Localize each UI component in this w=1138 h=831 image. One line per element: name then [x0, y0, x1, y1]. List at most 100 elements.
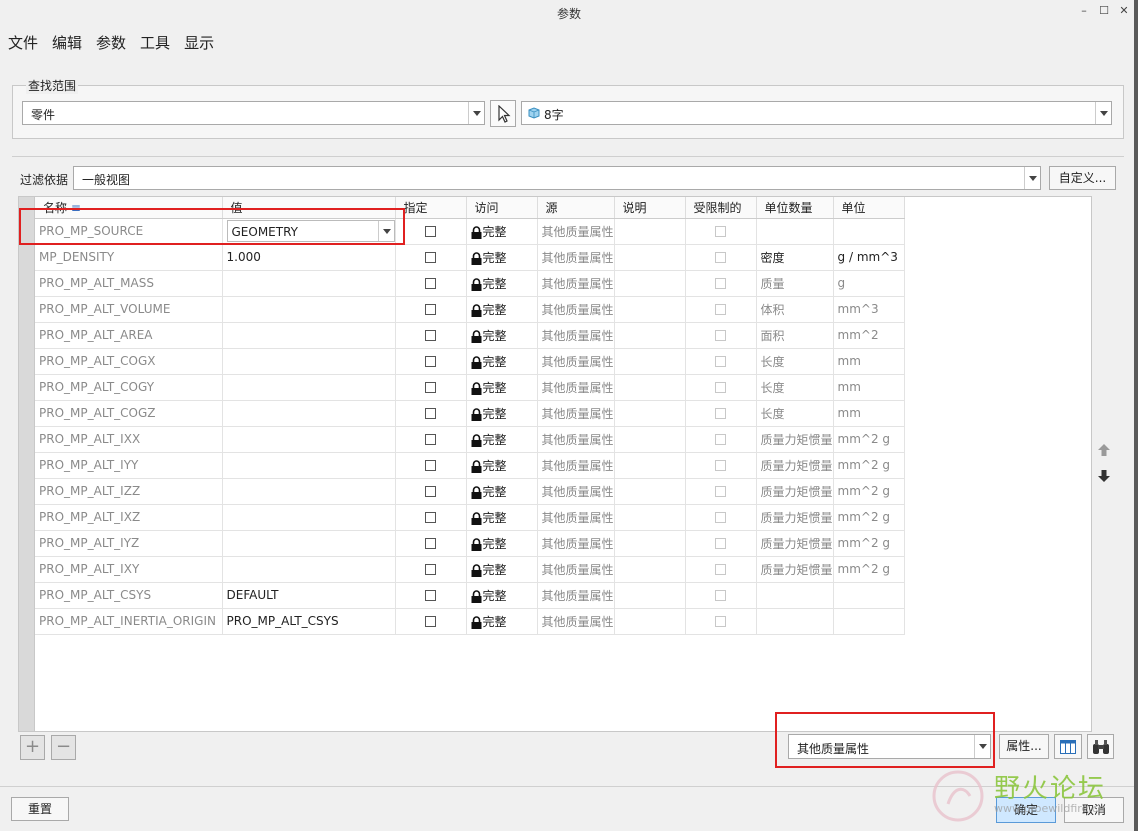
param-value-cell[interactable]: [222, 556, 396, 583]
access-cell[interactable]: 完整: [466, 270, 538, 297]
filter-select[interactable]: 一般视图: [73, 166, 1041, 190]
column-header-source[interactable]: 源: [537, 197, 615, 219]
table-row[interactable]: PRO_MP_ALT_MASS 完整 其他质量属性 质量 g: [35, 270, 905, 297]
column-header-unit[interactable]: 单位: [833, 197, 905, 219]
designate-cell[interactable]: [395, 556, 467, 583]
description-cell[interactable]: [614, 582, 686, 609]
access-cell[interactable]: 完整: [466, 608, 538, 635]
designate-cell[interactable]: [395, 244, 467, 271]
select-pointer-button[interactable]: [490, 100, 516, 127]
description-cell[interactable]: [614, 426, 686, 453]
menu-edit[interactable]: 编辑: [52, 32, 82, 58]
table-row[interactable]: PRO_MP_ALT_IYZ 完整 其他质量属性 质量力矩惯量 mm^2 g: [35, 530, 905, 557]
menu-file[interactable]: 文件: [8, 32, 38, 58]
unit-quantity-cell[interactable]: 体积: [756, 296, 834, 323]
unit-cell[interactable]: mm: [833, 348, 905, 375]
param-name-cell[interactable]: MP_DENSITY: [35, 244, 223, 271]
designate-cell[interactable]: [395, 374, 467, 401]
param-value-cell[interactable]: PRO_MP_ALT_CSYS: [222, 608, 396, 635]
close-button[interactable]: ✕: [1118, 4, 1130, 17]
description-cell[interactable]: [614, 218, 686, 245]
designate-cell[interactable]: [395, 478, 467, 505]
column-header-designate[interactable]: 指定: [395, 197, 467, 219]
description-cell[interactable]: [614, 452, 686, 479]
properties-button[interactable]: 属性...: [999, 734, 1049, 759]
access-cell[interactable]: 完整: [466, 452, 538, 479]
access-cell[interactable]: 完整: [466, 504, 538, 531]
table-row[interactable]: PRO_MP_ALT_COGY 完整 其他质量属性 长度 mm: [35, 374, 905, 401]
param-value-cell[interactable]: [222, 348, 396, 375]
param-name-cell[interactable]: PRO_MP_ALT_INERTIA_ORIGIN: [35, 608, 223, 635]
param-value-cell[interactable]: [222, 322, 396, 349]
param-name-cell[interactable]: PRO_MP_ALT_IYZ: [35, 530, 223, 557]
access-cell[interactable]: 完整: [466, 322, 538, 349]
access-cell[interactable]: 完整: [466, 530, 538, 557]
param-name-cell[interactable]: PRO_MP_ALT_IXX: [35, 426, 223, 453]
menu-parameters[interactable]: 参数: [96, 32, 126, 58]
param-value-cell[interactable]: [222, 530, 396, 557]
move-up-icon[interactable]: [1097, 443, 1111, 457]
table-row[interactable]: PRO_MP_ALT_IZZ 完整 其他质量属性 质量力矩惯量 mm^2 g: [35, 478, 905, 505]
designate-cell[interactable]: [395, 452, 467, 479]
unit-quantity-cell[interactable]: 质量力矩惯量: [756, 426, 834, 453]
maximize-button[interactable]: ☐: [1098, 4, 1110, 17]
table-row[interactable]: PRO_MP_ALT_IXY 完整 其他质量属性 质量力矩惯量 mm^2 g: [35, 556, 905, 583]
param-name-cell[interactable]: PRO_MP_ALT_IXY: [35, 556, 223, 583]
unit-quantity-cell[interactable]: 质量: [756, 270, 834, 297]
access-cell[interactable]: 完整: [466, 244, 538, 271]
columns-button[interactable]: [1054, 734, 1082, 759]
param-value-cell[interactable]: [222, 270, 396, 297]
designate-checkbox[interactable]: [425, 278, 436, 289]
param-value-cell[interactable]: [222, 504, 396, 531]
menu-show[interactable]: 显示: [184, 32, 214, 58]
unit-quantity-cell[interactable]: 质量力矩惯量: [756, 504, 834, 531]
access-cell[interactable]: 完整: [466, 296, 538, 323]
designate-cell[interactable]: [395, 218, 467, 245]
move-down-icon[interactable]: [1097, 469, 1111, 483]
designate-checkbox[interactable]: [425, 460, 436, 471]
unit-quantity-cell[interactable]: 质量力矩惯量: [756, 478, 834, 505]
designate-checkbox[interactable]: [425, 590, 436, 601]
unit-cell[interactable]: mm^3: [833, 296, 905, 323]
unit-cell[interactable]: mm^2 g: [833, 426, 905, 453]
designate-checkbox[interactable]: [425, 382, 436, 393]
designate-checkbox[interactable]: [425, 616, 436, 627]
param-name-cell[interactable]: PRO_MP_ALT_COGZ: [35, 400, 223, 427]
description-cell[interactable]: [614, 478, 686, 505]
unit-cell[interactable]: g: [833, 270, 905, 297]
unit-cell[interactable]: mm^2 g: [833, 478, 905, 505]
minimize-button[interactable]: –: [1078, 4, 1090, 17]
unit-cell[interactable]: [833, 582, 905, 609]
param-value-cell[interactable]: 1.000: [222, 244, 396, 271]
table-row[interactable]: PRO_MP_ALT_IYY 完整 其他质量属性 质量力矩惯量 mm^2 g: [35, 452, 905, 479]
menu-tools[interactable]: 工具: [140, 32, 170, 58]
column-header-access[interactable]: 访问: [466, 197, 538, 219]
designate-cell[interactable]: [395, 530, 467, 557]
unit-quantity-cell[interactable]: 长度: [756, 400, 834, 427]
designate-checkbox[interactable]: [425, 512, 436, 523]
unit-cell[interactable]: mm^2: [833, 322, 905, 349]
designate-cell[interactable]: [395, 322, 467, 349]
param-value-cell[interactable]: [222, 296, 396, 323]
unit-cell[interactable]: mm^2 g: [833, 556, 905, 583]
unit-cell[interactable]: mm: [833, 400, 905, 427]
table-row[interactable]: MP_DENSITY 1.000 完整 其他质量属性 密度 g / mm^3: [35, 244, 905, 271]
table-row[interactable]: PRO_MP_ALT_IXX 完整 其他质量属性 质量力矩惯量 mm^2 g: [35, 426, 905, 453]
source-select[interactable]: 其他质量属性: [788, 734, 991, 759]
scope-model-select[interactable]: 8字: [521, 101, 1112, 125]
description-cell[interactable]: [614, 530, 686, 557]
designate-cell[interactable]: [395, 582, 467, 609]
reset-button[interactable]: 重置: [11, 797, 69, 821]
unit-cell[interactable]: mm^2 g: [833, 530, 905, 557]
param-name-cell[interactable]: PRO_MP_ALT_COGY: [35, 374, 223, 401]
column-header-description[interactable]: 说明: [614, 197, 686, 219]
description-cell[interactable]: [614, 608, 686, 635]
designate-checkbox[interactable]: [425, 356, 436, 367]
designate-cell[interactable]: [395, 504, 467, 531]
description-cell[interactable]: [614, 244, 686, 271]
designate-cell[interactable]: [395, 400, 467, 427]
unit-quantity-cell[interactable]: 长度: [756, 348, 834, 375]
designate-cell[interactable]: [395, 608, 467, 635]
param-name-cell[interactable]: PRO_MP_ALT_CSYS: [35, 582, 223, 609]
unit-quantity-cell[interactable]: 质量力矩惯量: [756, 556, 834, 583]
